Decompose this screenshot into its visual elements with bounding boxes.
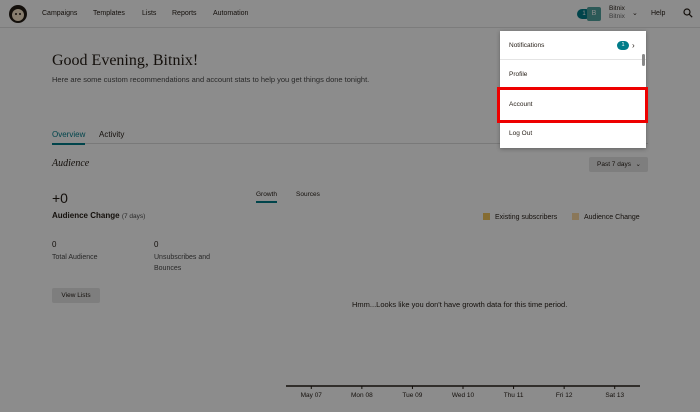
- menu-item-notifications[interactable]: Notifications 1 ›: [500, 31, 646, 60]
- account-label: Account: [509, 101, 533, 108]
- notifications-label: Notifications: [509, 42, 545, 49]
- notifications-badge: 1: [617, 41, 629, 50]
- chevron-right-icon: ›: [632, 41, 635, 50]
- menu-item-account[interactable]: Account: [497, 87, 648, 123]
- dropdown-scrollbar[interactable]: [642, 54, 645, 66]
- menu-item-profile[interactable]: Profile: [500, 60, 646, 89]
- menu-item-logout[interactable]: Log Out: [500, 119, 646, 148]
